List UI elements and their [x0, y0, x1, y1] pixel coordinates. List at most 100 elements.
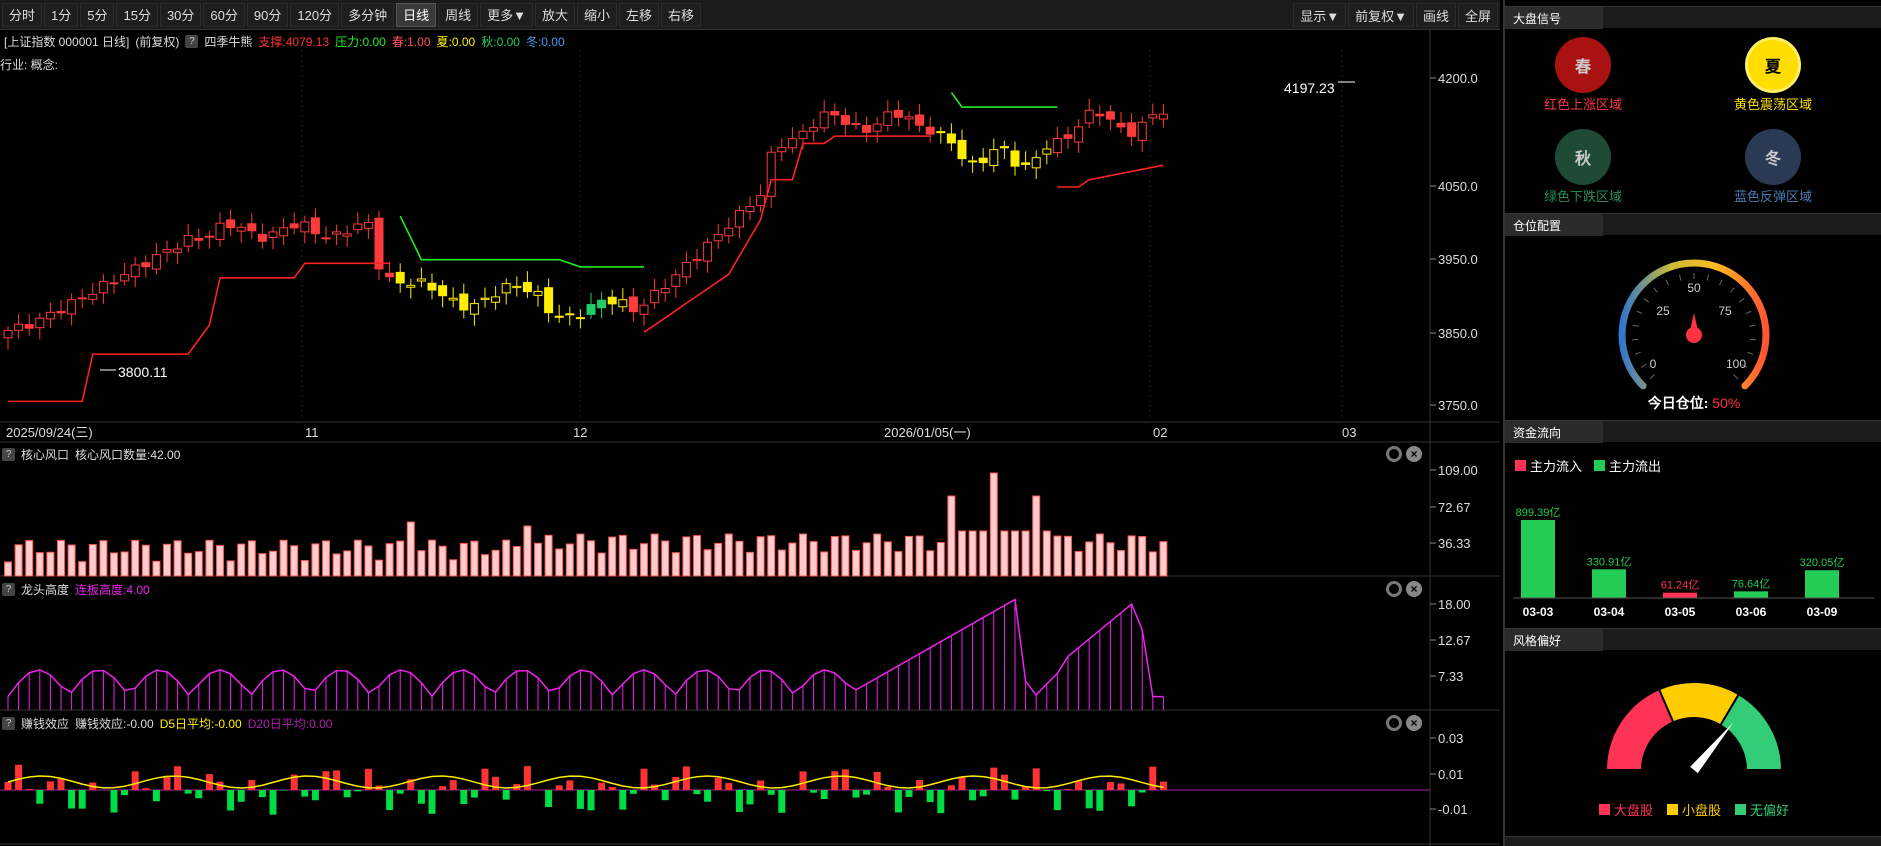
- style-title[interactable]: 风格偏好: [1505, 629, 1603, 651]
- gear-icon[interactable]: [1386, 446, 1402, 462]
- fundflow-value-label: 330.91亿: [1587, 555, 1632, 568]
- help-icon[interactable]: ?: [2, 447, 15, 461]
- candle-body: [756, 195, 766, 207]
- candle-body: [915, 114, 925, 126]
- zhuanqian-bar: [937, 790, 945, 814]
- zhuanqian-bar: [1159, 781, 1167, 790]
- zhuanqian-bar: [152, 790, 160, 802]
- fengkou-bar: [544, 534, 553, 577]
- fengkou-bar: [534, 542, 542, 577]
- fengkou-bar: [915, 535, 924, 577]
- candle-body: [671, 274, 681, 287]
- fengkou-bar: [703, 549, 712, 577]
- candle-body: [936, 131, 946, 134]
- candle-body: [257, 233, 267, 242]
- candle-body: [141, 262, 151, 268]
- zhuanqian-bar: [619, 790, 627, 810]
- zhuanqian-bar: [894, 790, 902, 813]
- help-icon[interactable]: ?: [2, 582, 15, 596]
- zhuanqian-bar: [417, 790, 425, 804]
- candle-body: [3, 330, 13, 339]
- candle-body: [533, 290, 543, 296]
- zhuanqian-bar: [174, 766, 182, 790]
- zhuanqian-bar: [131, 771, 139, 790]
- fengkou-bar: [1011, 530, 1019, 577]
- gear-icon[interactable]: [1386, 581, 1402, 597]
- candle-body: [342, 233, 352, 237]
- candle-body: [830, 111, 840, 116]
- zhuanqian-bar: [449, 780, 457, 790]
- zhuanqian-bar: [1043, 790, 1051, 792]
- style-needle: [1690, 722, 1734, 774]
- fundflow-category-label: 03-09: [1807, 605, 1838, 619]
- zhuanqian-bar: [725, 783, 733, 790]
- fundflow-value-label: 76.64亿: [1732, 577, 1771, 590]
- fengkou-bar: [152, 560, 161, 577]
- legend-label: 大盘股: [1613, 803, 1653, 818]
- fengkou-bar: [364, 545, 373, 577]
- zhuanqian-bar: [778, 790, 786, 813]
- fengkou-bar: [1042, 530, 1051, 577]
- candle-body: [1074, 126, 1084, 143]
- candle-body: [395, 271, 405, 284]
- zhuanqian-bar: [25, 789, 33, 790]
- x-tick-label: 11: [305, 425, 319, 440]
- support-line: [8, 262, 390, 403]
- close-icon[interactable]: ×: [1406, 581, 1422, 597]
- candle-body: [183, 235, 193, 247]
- zhuanqian-bar: [757, 780, 765, 790]
- zhuanqian-bar: [587, 790, 595, 811]
- fengkou-bar: [746, 551, 754, 577]
- candle-body: [618, 299, 628, 308]
- gear-icon[interactable]: [1386, 715, 1402, 731]
- fengkou-bar: [894, 551, 903, 577]
- candle-body: [862, 125, 872, 133]
- gauge-tick: [1733, 374, 1739, 380]
- zhuanqian-bar: [184, 790, 192, 794]
- zhuanqian-bar: [258, 790, 266, 798]
- candle-body: [809, 127, 819, 132]
- candle-body: [1021, 162, 1031, 165]
- zhuanqian-bar: [672, 776, 680, 790]
- fengkou-bar: [905, 535, 913, 577]
- zhuanqian-bar: [248, 780, 256, 790]
- close-icon[interactable]: ×: [1406, 446, 1422, 462]
- candle-body: [724, 227, 734, 237]
- zhuanqian-bar: [110, 790, 118, 813]
- zhuanqian-bar: [1053, 790, 1061, 811]
- fengkou-bar: [1106, 542, 1115, 577]
- zhuanqian-bar: [1032, 768, 1040, 790]
- low-annotation: 3800.11: [118, 364, 168, 380]
- right-panel: 大盘信号 春红色上涨区域夏黄色震荡区域秋绿色下跌区域冬蓝色反弹区域 仓位配置 0…: [1503, 0, 1881, 846]
- market-signal-title[interactable]: 大盘信号: [1505, 7, 1603, 29]
- candle-body: [1031, 157, 1041, 169]
- fundflow-bar: [1734, 591, 1768, 598]
- support-line: [643, 135, 931, 333]
- fundflow-title[interactable]: 资金流向: [1505, 421, 1603, 443]
- outflow-legend: 主力流出: [1609, 459, 1662, 474]
- zhuanqian-bar: [237, 790, 245, 802]
- y-tick-label: 18.00: [1438, 597, 1471, 612]
- help-icon[interactable]: ?: [2, 716, 15, 730]
- position-label: 今日仓位:: [1647, 395, 1709, 411]
- candle-body: [575, 317, 585, 320]
- fengkou-bar: [661, 540, 670, 577]
- candle-body: [501, 283, 511, 294]
- shield-icon: 夏: [1748, 40, 1798, 90]
- position-title[interactable]: 仓位配置: [1505, 214, 1603, 236]
- pressure-line: [950, 92, 1058, 108]
- candle-body: [692, 258, 702, 262]
- fengkou-bar: [1117, 550, 1125, 577]
- fengkou-bar: [353, 539, 362, 577]
- fengkou-bar: [205, 539, 214, 577]
- fundflow-value-label: 61.24亿: [1661, 579, 1700, 592]
- zhuanqian-bar: [301, 790, 309, 797]
- zhuanqian-bar: [396, 790, 404, 794]
- close-icon[interactable]: ×: [1406, 715, 1422, 731]
- candle-body: [321, 237, 331, 240]
- zhuanqian-bar: [735, 790, 743, 812]
- y-tick-label: 0.03: [1438, 731, 1463, 746]
- candle-body: [628, 296, 638, 313]
- fengkou-bar: [767, 535, 776, 577]
- fengkou-bar: [417, 550, 426, 577]
